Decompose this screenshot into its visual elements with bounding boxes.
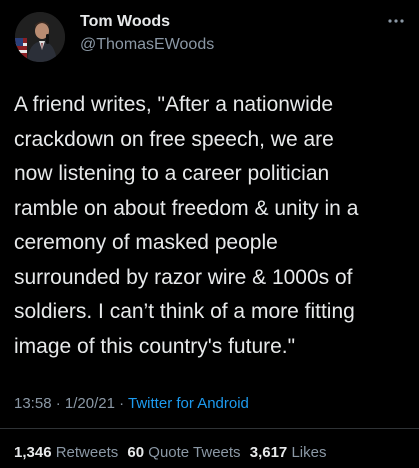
meta-separator: · (119, 395, 125, 412)
more-horizontal-icon[interactable] (385, 14, 407, 28)
tweet-text-line: crackdown on free speech, we are (14, 127, 334, 151)
tweet-source-link[interactable]: Twitter for Android (128, 395, 249, 412)
tweet: Tom Woods @ThomasEWoods A friend writes,… (0, 0, 419, 468)
quote-tweets-count: 60 (127, 444, 145, 461)
avatar-image (15, 12, 65, 62)
quote-tweets-stat[interactable]: 60 Quote Tweets (127, 444, 244, 461)
divider (0, 428, 419, 429)
tweet-text-line: image of this country's future." (14, 334, 296, 358)
tweet-text: A friend writes, "After a nationwide cra… (14, 88, 414, 364)
tweet-meta: 13:58 · 1/20/21 · Twitter for Android (14, 395, 249, 412)
retweets-count: 1,346 (14, 444, 52, 461)
tweet-text-line: ramble on about freedom & unity in a (14, 196, 359, 220)
likes-label: Likes (291, 444, 327, 461)
avatar[interactable] (15, 12, 65, 62)
tweet-text-line: surrounded by razor wire & 1000s of (14, 265, 353, 289)
tweet-time[interactable]: 13:58 (14, 395, 52, 412)
meta-separator: · (55, 395, 61, 412)
tweet-text-line: now listening to a career politician (14, 162, 330, 185)
tweet-text-line: ceremony of masked people (14, 231, 278, 254)
likes-stat[interactable]: 3,617 Likes (250, 444, 327, 461)
likes-count: 3,617 (249, 444, 288, 461)
retweets-stat[interactable]: 1,346 Retweets (14, 444, 122, 461)
tweet-text-line: soldiers. I can’t think of a more fittin… (14, 300, 355, 323)
tweet-text-line: A friend writes, "After a nationwide (14, 93, 334, 116)
tweet-stats: 1,346 Retweets 60 Quote Tweets 3,617 Lik… (14, 444, 331, 461)
author-display-name[interactable]: Tom Woods (80, 13, 170, 31)
tweet-date[interactable]: 1/20/21 (65, 395, 115, 412)
retweets-label: Retweets (55, 444, 119, 461)
quote-tweets-label: Quote Tweets (148, 444, 241, 461)
author-handle[interactable]: @ThomasEWoods (80, 36, 214, 54)
